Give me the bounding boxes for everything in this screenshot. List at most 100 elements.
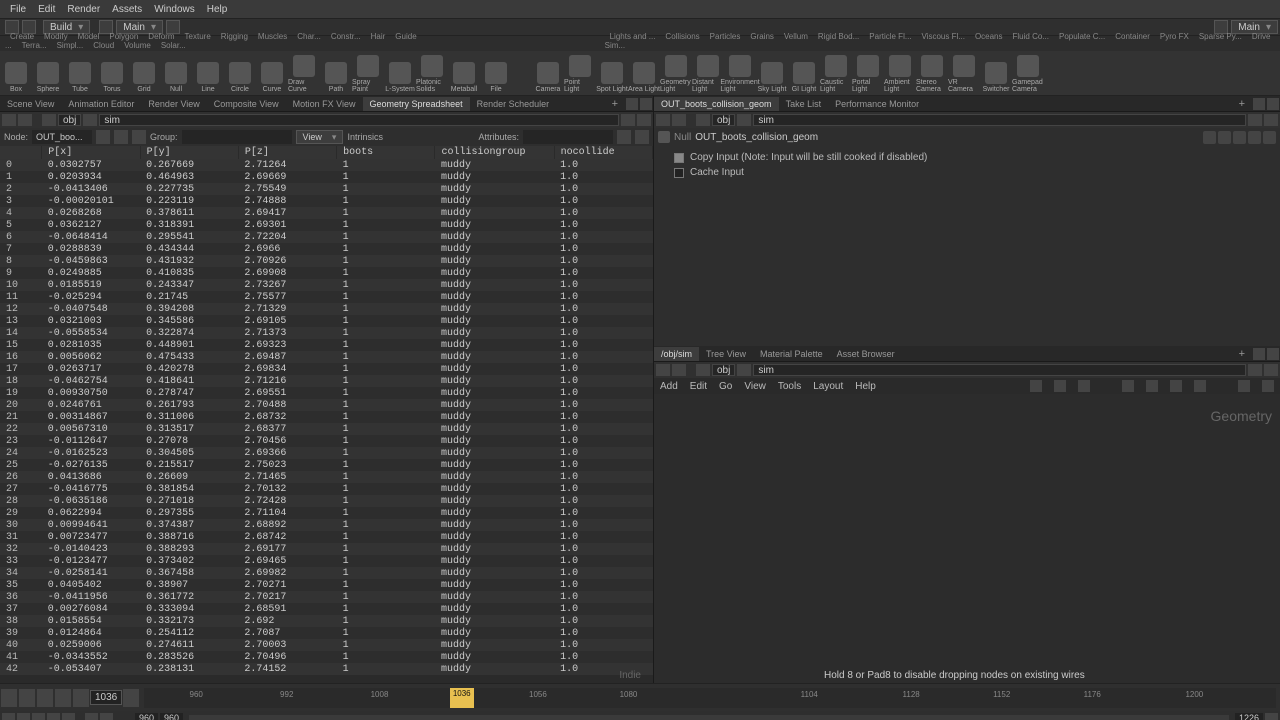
maximize-icon[interactable] [1253,348,1265,360]
column-header[interactable]: boots [337,146,435,159]
table-row[interactable]: 27-0.04167750.3818542.701321muddy1.0 [0,483,653,495]
pin-icon[interactable] [1264,114,1278,126]
table-row[interactable]: 380.01585540.3321732.6921muddy1.0 [0,615,653,627]
table-row[interactable]: 90.02498850.4108352.699081muddy1.0 [0,267,653,279]
copy-input-checkbox[interactable] [674,153,684,163]
shelf-button[interactable]: GI Light [788,51,820,95]
play-back-icon[interactable] [37,689,53,707]
shelf-tab[interactable]: Rigid Bod... [813,31,864,42]
shelf-button[interactable]: Geometry Light [660,51,692,95]
home-icon[interactable] [42,114,56,126]
shelf-button[interactable]: Area Light [628,51,660,95]
help-icon[interactable] [635,130,649,144]
pane-tab[interactable]: OUT_boots_collision_geom [654,97,779,111]
menu-windows[interactable]: Windows [148,4,201,15]
shelf-tab[interactable]: Grains [745,31,779,42]
table-row[interactable]: 18-0.04627540.4186412.712161muddy1.0 [0,375,653,387]
first-frame-icon[interactable] [1,689,17,707]
table-row[interactable]: 36-0.04119560.3617722.702171muddy1.0 [0,591,653,603]
gear-icon[interactable] [617,130,631,144]
shelf-tab[interactable]: Sparse Py... [1194,31,1247,42]
net-menu-item[interactable]: Layout [813,381,843,392]
pane-tab[interactable]: Take List [779,97,829,111]
forward-icon[interactable] [18,114,32,126]
key-icon[interactable] [62,713,75,720]
node-name[interactable]: OUT_boots_collision_geom [695,132,818,143]
playhead[interactable]: 1036 [450,688,474,708]
expand-icon[interactable] [658,131,670,143]
table-row[interactable]: 8-0.04598630.4319322.709261muddy1.0 [0,255,653,267]
table-row[interactable]: 200.02467610.2617932.704881muddy1.0 [0,399,653,411]
shelf-tab[interactable]: Cloud [88,40,119,51]
pane-tab[interactable]: Asset Browser [830,347,902,361]
shelf-tab[interactable]: Solar... [156,40,191,51]
netopt-icon[interactable] [1194,380,1206,392]
table-row[interactable]: 41-0.03435520.2835262.704961muddy1.0 [0,651,653,663]
net-menu-item[interactable]: Tools [778,381,801,392]
chevron-down-icon[interactable] [621,114,635,126]
pin-icon[interactable] [637,114,651,126]
range-start[interactable]: 960 [135,713,158,720]
column-header[interactable]: P[x] [42,146,140,159]
step-fwd-icon[interactable] [73,689,89,707]
back-icon[interactable] [656,364,670,376]
table-row[interactable]: 220.005673100.3135172.683771muddy1.0 [0,423,653,435]
table-row[interactable]: 33-0.01234770.3734022.694651muddy1.0 [0,555,653,567]
cache-input-checkbox[interactable] [674,168,684,178]
detail-mode-icon[interactable] [132,130,146,144]
shelf-button[interactable]: Curve [256,51,288,95]
table-row[interactable]: 00.03027570.2676692.712641muddy1.0 [0,159,653,171]
shelf-tab[interactable]: Volume [119,40,156,51]
menu-help[interactable]: Help [201,4,234,15]
net-menu-item[interactable]: View [744,381,766,392]
table-row[interactable]: 310.007234770.3887162.687421muddy1.0 [0,531,653,543]
netopt-icon[interactable] [1030,380,1042,392]
menu-assets[interactable]: Assets [106,4,148,15]
table-row[interactable]: 300.009946410.3743872.688921muddy1.0 [0,519,653,531]
pane-tab[interactable]: Composite View [207,97,286,111]
spreadsheet[interactable]: P[x]P[y]P[z]bootscollisiongroupnocollide… [0,146,653,683]
column-header[interactable]: P[y] [140,146,238,159]
table-row[interactable]: 23-0.01126470.270782.704561muddy1.0 [0,435,653,447]
netopt-icon[interactable] [1122,380,1134,392]
shelf-button[interactable]: Caustic Light [820,51,852,95]
shelf-button[interactable]: Line [192,51,224,95]
pane-tab[interactable]: Tree View [699,347,753,361]
table-row[interactable]: 70.02888390.4343442.69661muddy1.0 [0,243,653,255]
menu-edit[interactable]: Edit [32,4,61,15]
path-field[interactable]: sim [753,364,1246,376]
shelf-tab[interactable]: Hair [366,31,391,42]
shelf-button[interactable]: Spray Paint [352,51,384,95]
step-back-icon[interactable] [19,689,35,707]
key-icon[interactable] [2,713,15,720]
time-scale[interactable]: 9609921008105610801104112811521176120010… [144,688,1276,708]
shelf-button[interactable]: Box [0,51,32,95]
gear-icon[interactable] [1203,131,1216,144]
shelf-tab[interactable]: Particle Fl... [864,31,916,42]
table-row[interactable]: 350.04054020.389072.702711muddy1.0 [0,579,653,591]
column-header[interactable]: nocollide [554,146,652,159]
main-menu[interactable]: FileEditRenderAssetsWindowsHelp [0,0,1280,18]
pane-tab[interactable]: Scene View [0,97,61,111]
table-row[interactable]: 24-0.01625230.3045052.693661muddy1.0 [0,447,653,459]
color-icon[interactable] [1263,131,1276,144]
column-header[interactable] [0,146,42,159]
table-row[interactable]: 190.009307500.2787472.695511muddy1.0 [0,387,653,399]
shelf-button[interactable]: File [480,51,512,95]
pane-tab[interactable]: Material Palette [753,347,830,361]
ctx-obj[interactable]: obj [712,114,735,126]
path-field[interactable]: sim [99,114,619,126]
shelf-tab[interactable]: Collisions [660,31,704,42]
info-icon[interactable] [1233,131,1246,144]
key-icon[interactable] [17,713,30,720]
forward-icon[interactable] [672,364,686,376]
column-header[interactable]: P[z] [238,146,336,159]
range-track[interactable] [189,715,1229,720]
shelf-button[interactable]: Ambient Light [884,51,916,95]
shelf-button[interactable]: Portal Light [852,51,884,95]
range-start2[interactable]: 960 [160,713,183,720]
table-row[interactable]: 390.01248640.2541122.70871muddy1.0 [0,627,653,639]
net-menu-item[interactable]: Add [660,381,678,392]
table-row[interactable]: 25-0.02761350.2155172.750231muddy1.0 [0,459,653,471]
pane-tab[interactable]: Geometry Spreadsheet [363,97,470,111]
